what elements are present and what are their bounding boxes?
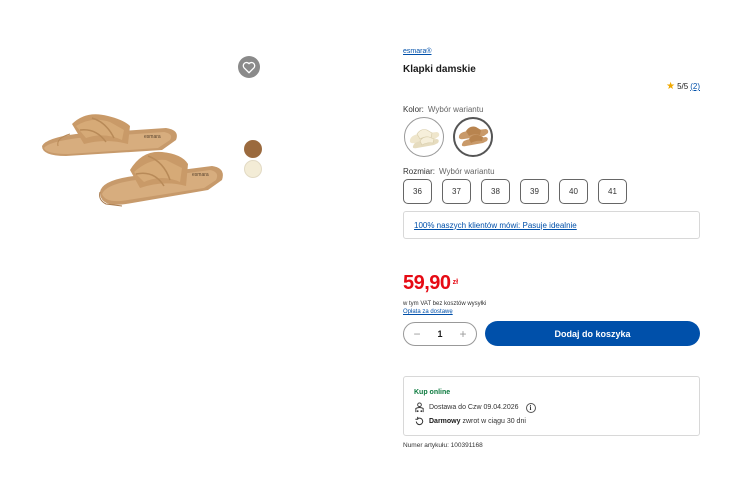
size-hint: Wybór wariantu (439, 167, 495, 176)
rating-value: 5/5 (677, 82, 689, 91)
thumbnail-brown[interactable] (244, 140, 262, 158)
quantity-decrease-button[interactable]: − (410, 328, 424, 340)
return-line: Darmowy zwrot w ciągu 30 dni (414, 416, 526, 427)
size-button-41[interactable]: 41 (598, 179, 627, 204)
variant-image-cream (409, 129, 440, 149)
wishlist-button[interactable] (238, 56, 260, 78)
size-button-40[interactable]: 40 (559, 179, 588, 204)
color-label: Kolor: Wybór wariantu (403, 105, 483, 114)
size-selector: 36 37 38 39 40 41 (403, 179, 627, 204)
fit-info-box: 100% naszych klientów mówi: Pasuje ideal… (403, 211, 700, 239)
delivery-icon (415, 402, 424, 413)
size-button-38[interactable]: 38 (481, 179, 510, 204)
product-image[interactable]: esmara esmara (36, 108, 226, 212)
color-hint: Wybór wariantu (427, 105, 484, 114)
price-value: 59,90 (403, 272, 451, 294)
color-variant-brown[interactable] (453, 117, 493, 157)
size-button-37[interactable]: 37 (442, 179, 471, 204)
product-title: Klapki damskie (403, 64, 476, 75)
fit-info-link[interactable]: 100% naszych klientów mówi: Pasuje ideal… (414, 221, 577, 230)
star-icon: ★ (666, 81, 676, 92)
delivery-line: Dostawa do Czw 09.04.2026 i (414, 402, 536, 413)
shipping-fee-link[interactable]: Opłata za dostawę (403, 309, 453, 315)
quantity-value[interactable]: 1 (437, 329, 442, 339)
size-button-36[interactable]: 36 (403, 179, 432, 204)
brand-link[interactable]: esmara® (403, 48, 432, 55)
article-number: Numer artykułu: 100391168 (403, 442, 483, 449)
return-bold: Darmowy (429, 418, 461, 425)
thumbnail-cream[interactable] (244, 160, 262, 178)
product-gallery: esmara esmara (0, 0, 390, 300)
quantity-stepper: − 1 + (403, 322, 477, 346)
price-currency: zł (452, 279, 459, 286)
variant-image-brown (458, 126, 489, 147)
color-label-text: Kolor: (403, 105, 424, 114)
rating-count-link[interactable]: (2) (690, 82, 700, 91)
return-icon (415, 416, 424, 426)
price: 59,90 zł (403, 272, 458, 295)
info-icon[interactable]: i (525, 402, 536, 413)
online-title: Kup online (414, 389, 451, 396)
size-label-text: Rozmiar: (403, 167, 436, 176)
color-variant-cream[interactable] (404, 117, 444, 157)
svg-text:esmara: esmara (144, 134, 161, 140)
quantity-increase-button[interactable]: + (456, 328, 470, 340)
vat-note: w tym VAT bez kosztów wysyłki (403, 301, 487, 307)
return-text: zwrot w ciągu 30 dni (462, 418, 526, 425)
add-to-cart-button[interactable]: Dodaj do koszyka (485, 321, 700, 346)
svg-text:esmara: esmara (192, 172, 209, 178)
rating: ★ 5/5 (2) (666, 81, 700, 92)
heart-icon (242, 61, 256, 73)
size-button-39[interactable]: 39 (520, 179, 549, 204)
online-purchase-box: Kup online Dostawa do Czw 09.04.2026 i D… (403, 376, 700, 436)
size-label: Rozmiar: Wybór wariantu (403, 167, 495, 176)
delivery-text: Dostawa do Czw 09.04.2026 (429, 404, 519, 411)
